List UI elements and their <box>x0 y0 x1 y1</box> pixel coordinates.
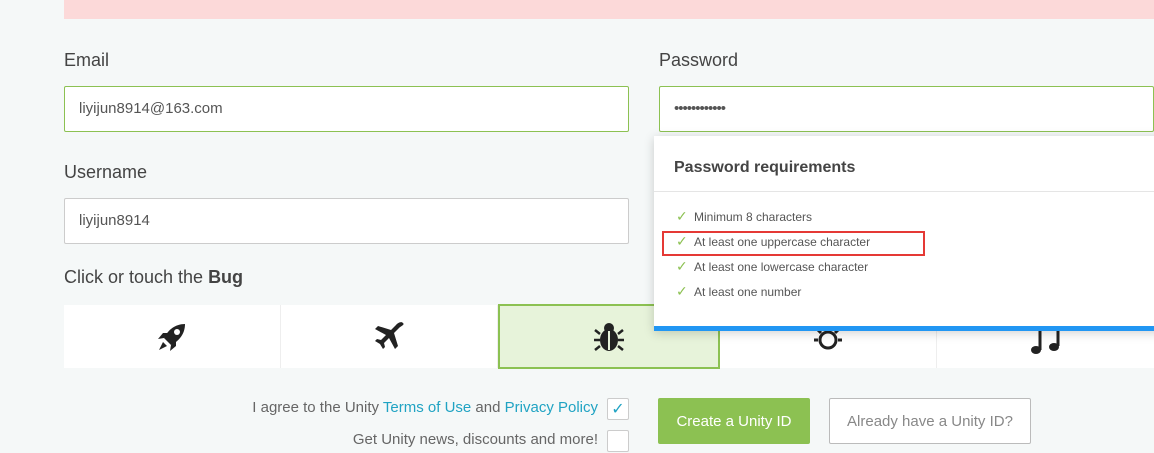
privacy-policy-link[interactable]: Privacy Policy <box>505 399 598 416</box>
requirement-label: At least one lowercase character <box>694 259 869 274</box>
check-icon: ✓ <box>676 208 688 224</box>
email-field[interactable]: liyijun8914@163.com <box>64 86 629 132</box>
check-icon: ✓ <box>676 258 688 274</box>
check-icon: ✓ <box>676 283 688 299</box>
captcha-target: Bug <box>208 267 244 287</box>
airplane-icon <box>375 321 404 349</box>
password-requirements-title: Password requirements <box>654 136 1154 192</box>
requirement-item: ✓ Minimum 8 characters <box>676 208 812 225</box>
captcha-prompt: Click or touch the Bug <box>64 267 243 288</box>
requirement-item: ✓ At least one lowercase character <box>676 258 868 275</box>
newsletter-label: Get Unity news, discounts and more! <box>352 431 598 448</box>
username-label: Username <box>64 162 148 182</box>
requirement-label: Minimum 8 characters <box>694 209 813 224</box>
requirement-item: ✓ At least one number <box>676 283 801 300</box>
terms-checkbox[interactable]: ✓ <box>607 398 629 420</box>
captcha-prompt-text: Click or touch the <box>64 267 209 287</box>
create-unity-id-button[interactable]: Create a Unity ID <box>658 398 810 444</box>
checkmark-icon: ✓ <box>611 401 625 418</box>
terms-prefix: I agree to the Unity <box>252 399 383 416</box>
captcha-option-rocket[interactable] <box>64 305 282 368</box>
terms-of-use-link[interactable]: Terms of Use <box>383 399 471 416</box>
already-have-id-button[interactable]: Already have a Unity ID? <box>829 398 1031 444</box>
error-alert-banner <box>64 0 1154 19</box>
password-field[interactable]: •••••••••••• <box>659 86 1154 132</box>
bug-icon <box>594 322 625 351</box>
username-field[interactable]: liyijun8914 <box>64 198 629 244</box>
newsletter-checkbox[interactable] <box>607 430 629 452</box>
captcha-option-airplane[interactable] <box>281 305 499 368</box>
annotation-highlight-box <box>662 231 925 256</box>
password-label: Password <box>659 50 739 70</box>
rocket-icon <box>158 323 186 351</box>
requirement-label: At least one number <box>694 284 802 299</box>
terms-agreement: I agree to the Unity Terms of Use and Pr… <box>150 399 598 416</box>
email-label: Email <box>64 50 110 70</box>
terms-and: and <box>471 399 505 416</box>
